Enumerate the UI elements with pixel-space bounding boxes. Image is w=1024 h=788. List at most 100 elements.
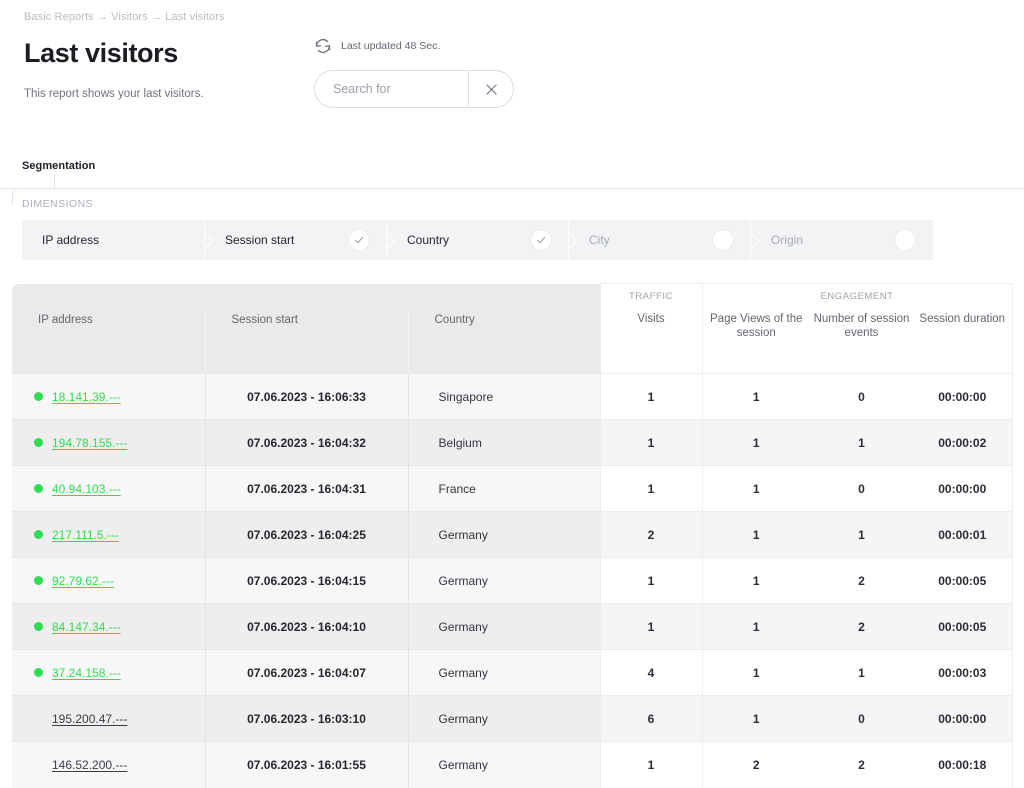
cell-country: Singapore <box>408 373 600 420</box>
cell-page-views: 1 <box>701 649 810 696</box>
cell-ip-address: 18.141.39.--- <box>12 373 206 420</box>
column-header-session-duration[interactable]: Session duration <box>913 309 1013 354</box>
cell-session-duration: 00:00:18 <box>913 741 1013 788</box>
cell-session-events: 1 <box>810 511 913 558</box>
search-box[interactable] <box>314 70 514 108</box>
ip-address-link[interactable]: 37.24.158.--- <box>52 666 121 680</box>
search-clear-button[interactable] <box>468 71 513 107</box>
cell-ip-address: 92.79.62.--- <box>12 557 206 604</box>
online-status-icon <box>34 438 43 447</box>
cell-session-events: 2 <box>810 603 913 650</box>
cell-session-start: 07.06.2023 - 16:04:25 <box>205 511 409 558</box>
check-icon[interactable] <box>530 229 552 251</box>
cell-country: France <box>408 465 600 512</box>
dimension-chip-session-start[interactable]: Session start <box>204 220 386 260</box>
group-empty-start <box>205 283 408 310</box>
column-header-session-events[interactable]: Number of session events <box>810 309 913 354</box>
table-row[interactable]: 217.111.5.--- 07.06.2023 - 16:04:25 German… <box>12 511 1013 558</box>
cell-page-views: 1 <box>701 695 810 742</box>
table-row[interactable]: 146.52.200.--- 07.06.2023 - 16:01:55 Germa… <box>12 741 1013 788</box>
cell-session-duration: 00:00:00 <box>913 695 1013 742</box>
cell-country: Belgium <box>408 419 600 466</box>
cell-session-events: 0 <box>810 373 913 420</box>
cell-page-views: 1 <box>701 557 810 604</box>
ip-address-link[interactable]: 217.111.5.--- <box>52 528 119 542</box>
cell-session-start: 07.06.2023 - 16:06:33 <box>205 373 409 420</box>
cell-page-views: 1 <box>701 419 810 466</box>
table-row[interactable]: 92.79.62.--- 07.06.2023 - 16:04:15 Germany… <box>12 557 1013 604</box>
offline-status-icon <box>34 714 43 723</box>
ip-address-link[interactable]: 194.78.155.--- <box>52 436 127 450</box>
table-header-spacer <box>12 353 1013 374</box>
report-table-container: TRAFFIC ENGAGEMENT IP address Session st… <box>12 283 1013 788</box>
group-empty-country <box>408 283 600 310</box>
table-row[interactable]: 195.200.47.--- 07.06.2023 - 16:03:10 Germa… <box>12 695 1013 742</box>
ip-address-link[interactable]: 195.200.47.--- <box>52 712 127 726</box>
refresh-icon[interactable] <box>314 37 332 55</box>
cell-session-events: 1 <box>810 419 913 466</box>
table-row[interactable]: 40.94.103.--- 07.06.2023 - 16:04:31 France… <box>12 465 1013 512</box>
spacer-cell <box>599 353 703 374</box>
spacer-cell <box>913 353 1013 374</box>
cell-session-duration: 00:00:03 <box>913 649 1013 696</box>
segmentation-section: Segmentation DIMENSIONS IP address Sessi… <box>0 160 1024 260</box>
cell-page-views: 1 <box>701 511 810 558</box>
cell-session-events: 0 <box>810 465 913 512</box>
column-header-country[interactable]: Country <box>408 309 600 354</box>
dimensions-label: DIMENSIONS <box>22 198 94 210</box>
cell-country: Germany <box>408 603 600 650</box>
cell-session-events: 2 <box>810 557 913 604</box>
spacer-cell <box>12 353 206 374</box>
column-header-page-views[interactable]: Page Views of the session <box>701 309 810 354</box>
table-row[interactable]: 37.24.158.--- 07.06.2023 - 16:04:07 German… <box>12 649 1013 696</box>
cell-page-views: 1 <box>701 465 810 512</box>
cell-ip-address: 195.200.47.--- <box>12 695 206 742</box>
breadcrumb[interactable]: Basic Reports → Visitors → Last visitors <box>24 11 1024 23</box>
group-header-engagement: ENGAGEMENT <box>701 283 1013 310</box>
dimension-chip-ip-address[interactable]: IP address <box>22 220 204 260</box>
ip-address-link[interactable]: 92.79.62.--- <box>52 574 114 588</box>
check-icon[interactable] <box>348 229 370 251</box>
cell-ip-address: 146.52.200.--- <box>12 741 206 788</box>
cell-session-start: 07.06.2023 - 16:04:32 <box>205 419 409 466</box>
search-input[interactable] <box>315 71 468 107</box>
cell-country: Germany <box>408 695 600 742</box>
tab-segmentation[interactable]: Segmentation <box>22 160 1024 172</box>
ip-address-link[interactable]: 40.94.103.--- <box>52 482 121 496</box>
circle-empty-icon[interactable] <box>712 229 734 251</box>
cell-ip-address: 37.24.158.--- <box>12 649 206 696</box>
ip-address-link[interactable]: 84.147.34.--- <box>52 620 121 634</box>
circle-empty-icon[interactable] <box>894 229 916 251</box>
group-empty-ip <box>12 283 205 310</box>
cell-session-start: 07.06.2023 - 16:04:07 <box>205 649 409 696</box>
segmentation-panel: DIMENSIONS IP address Session start Coun… <box>0 188 1024 260</box>
dimension-label: City <box>589 233 610 247</box>
table-row[interactable]: 194.78.155.--- 07.06.2023 - 16:04:32 Belgi… <box>12 419 1013 466</box>
cell-session-events: 1 <box>810 649 913 696</box>
column-header-visits[interactable]: Visits <box>599 309 703 354</box>
column-header-ip-address[interactable]: IP address <box>12 309 206 354</box>
dimension-label: Country <box>407 233 450 247</box>
cell-session-duration: 00:00:00 <box>913 465 1013 512</box>
cell-country: Germany <box>408 511 600 558</box>
online-status-icon <box>34 622 43 631</box>
cell-session-duration: 00:00:02 <box>913 419 1013 466</box>
header-controls: Last updated 48 Sec. <box>314 36 534 108</box>
spacer-cell <box>205 353 409 374</box>
dimension-label: Origin <box>771 233 804 247</box>
cell-session-duration: 00:00:01 <box>913 511 1013 558</box>
dimension-chip-country[interactable]: Country <box>386 220 568 260</box>
cell-page-views: 1 <box>701 373 810 420</box>
dimension-chip-city[interactable]: City <box>568 220 750 260</box>
cell-session-start: 07.06.2023 - 16:04:15 <box>205 557 409 604</box>
cell-session-duration: 00:00:05 <box>913 603 1013 650</box>
ip-address-link[interactable]: 18.141.39.--- <box>52 390 121 404</box>
table-row[interactable]: 84.147.34.--- 07.06.2023 - 16:04:10 German… <box>12 603 1013 650</box>
cell-session-start: 07.06.2023 - 16:03:10 <box>205 695 409 742</box>
dimension-chip-origin[interactable]: Origin <box>750 220 932 260</box>
cell-country: Germany <box>408 557 600 604</box>
ip-address-link[interactable]: 146.52.200.--- <box>52 758 127 772</box>
table-row[interactable]: 18.141.39.--- 07.06.2023 - 16:06:33 Singap… <box>12 373 1013 420</box>
cell-country: Germany <box>408 741 600 788</box>
column-header-session-start[interactable]: Session start <box>205 309 409 354</box>
